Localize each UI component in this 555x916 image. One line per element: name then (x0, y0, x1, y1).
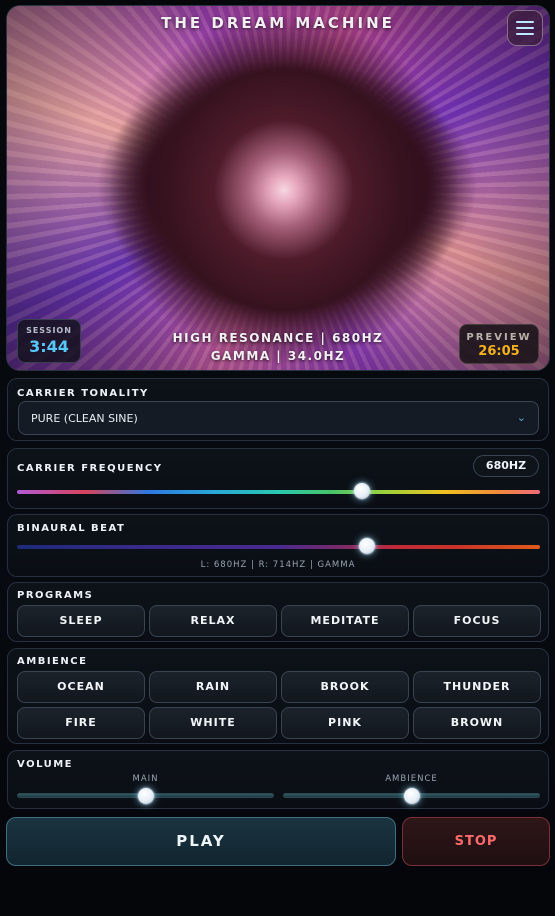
volume-panel: VOLUME MAIN AMBIENCE (7, 750, 549, 809)
carrier-tonality-value: PURE (CLEAN SINE) (31, 412, 138, 425)
programs-panel: PROGRAMS SLEEP RELAX MEDITATE FOCUS (7, 582, 549, 642)
preview-label: PREVIEW (466, 332, 532, 343)
carrier-tonality-select[interactable]: PURE (CLEAN SINE) ⌄ (18, 401, 539, 435)
ambience-brown-button[interactable]: BROWN (413, 707, 541, 739)
preview-time: 26:05 (478, 344, 520, 359)
program-relax-button[interactable]: RELAX (149, 605, 277, 637)
play-button[interactable]: PLAY (6, 817, 396, 866)
binaural-beat-thumb[interactable] (359, 538, 376, 554)
dream-machine-app: THE DREAM MACHINE SESSION 3:44 HIGH RESO… (0, 0, 555, 916)
app-title: THE DREAM MACHINE (161, 14, 395, 32)
ambience-ocean-button[interactable]: OCEAN (17, 671, 145, 703)
main-volume-thumb[interactable] (137, 788, 154, 804)
carrier-tonality-title: CARRIER TONALITY (17, 388, 149, 399)
binaural-beat-slider[interactable] (17, 545, 540, 549)
frequency-value-badge: 680HZ (473, 455, 539, 477)
program-meditate-button[interactable]: MEDITATE (281, 605, 409, 637)
chevron-down-icon: ⌄ (516, 411, 526, 424)
preview-timer: PREVIEW 26:05 (459, 324, 539, 364)
ambience-rain-button[interactable]: RAIN (149, 671, 277, 703)
volume-title: VOLUME (17, 759, 73, 770)
binaural-beat-panel: BINAURAL BEAT L: 680HZ | R: 714HZ | GAMM… (7, 514, 549, 577)
programs-title: PROGRAMS (17, 590, 94, 601)
carrier-frequency-title: CARRIER FREQUENCY (17, 463, 163, 474)
ambience-white-button[interactable]: WHITE (149, 707, 277, 739)
program-sleep-button[interactable]: SLEEP (17, 605, 145, 637)
ambience-pink-button[interactable]: PINK (281, 707, 409, 739)
ambience-volume-thumb[interactable] (403, 788, 420, 804)
hamburger-line (516, 27, 534, 29)
hamburger-line (516, 33, 534, 35)
ambience-volume-label: AMBIENCE (385, 774, 438, 784)
carrier-frequency-panel: CARRIER FREQUENCY 680HZ (7, 448, 549, 509)
ambience-brook-button[interactable]: BROOK (281, 671, 409, 703)
carrier-frequency-slider[interactable] (17, 490, 540, 494)
ambience-panel: AMBIENCE OCEAN RAIN BROOK THUNDER FIRE W… (7, 648, 549, 744)
binaural-beat-info: L: 680HZ | R: 714HZ | GAMMA (200, 560, 356, 570)
ambience-title: AMBIENCE (17, 656, 88, 667)
binaural-beat-title: BINAURAL BEAT (17, 523, 126, 534)
menu-button[interactable] (507, 10, 543, 46)
stop-button[interactable]: STOP (402, 817, 550, 866)
program-focus-button[interactable]: FOCUS (413, 605, 541, 637)
main-volume-label: MAIN (132, 774, 159, 784)
hamburger-menu-icon (516, 21, 534, 23)
visualizer-vignette (7, 6, 549, 370)
visualizer: THE DREAM MACHINE SESSION 3:44 HIGH RESO… (6, 5, 550, 371)
ambience-fire-button[interactable]: FIRE (17, 707, 145, 739)
carrier-frequency-thumb[interactable] (354, 483, 371, 499)
carrier-tonality-panel: CARRIER TONALITY PURE (CLEAN SINE) ⌄ (7, 378, 549, 441)
ambience-thunder-button[interactable]: THUNDER (413, 671, 541, 703)
